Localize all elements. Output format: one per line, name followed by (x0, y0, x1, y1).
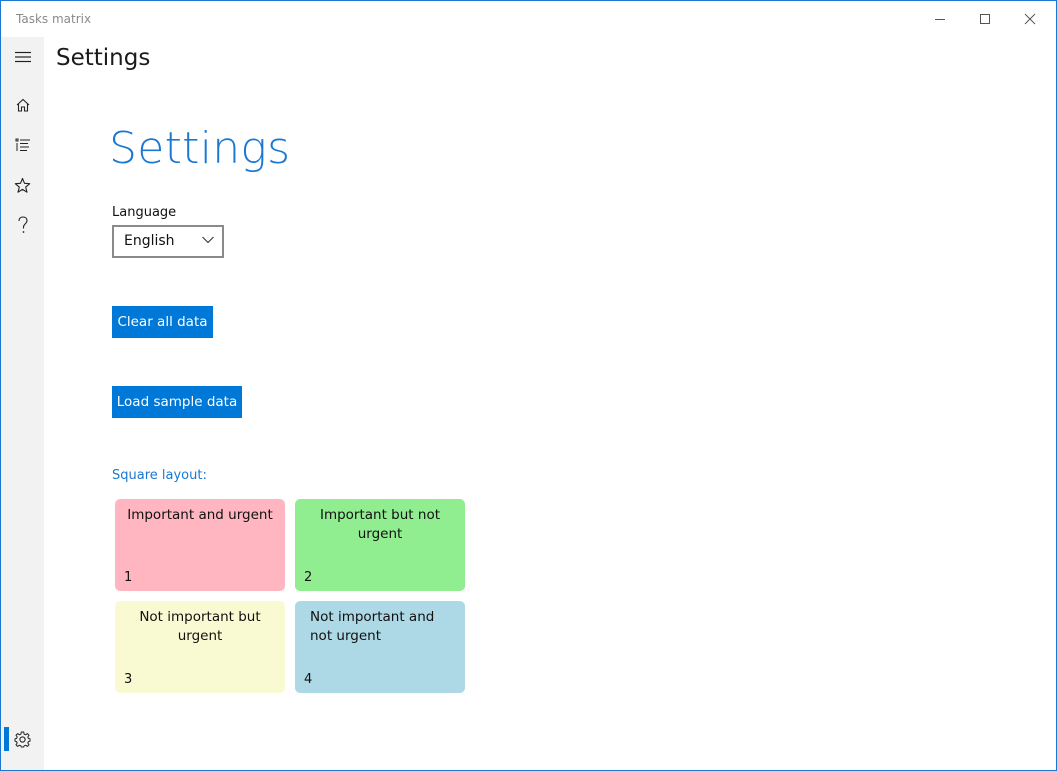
language-label: Language (112, 205, 177, 220)
home-icon (16, 98, 29, 112)
quadrant-title: Not important and not urgent (310, 609, 435, 644)
window-title: Tasks matrix (16, 12, 92, 26)
quadrant-not-important-urgent[interactable]: Not important but urgent 3 (115, 601, 285, 693)
list-icon (15, 138, 30, 151)
title-bar[interactable]: Tasks matrix (1, 1, 1056, 37)
hamburger-menu-button[interactable] (1, 37, 44, 77)
minimize-icon (935, 19, 945, 20)
load-sample-data-button[interactable]: Load sample data (112, 386, 242, 418)
maximize-icon (980, 14, 990, 24)
nav-item-help[interactable] (1, 205, 44, 245)
quadrant-important-urgent[interactable]: Important and urgent 1 (115, 499, 285, 591)
quadrant-number: 1 (124, 570, 133, 585)
quadrant-number: 4 (304, 672, 313, 687)
language-selected-value: English (124, 233, 175, 249)
nav-item-favorites[interactable] (1, 165, 44, 205)
quadrant-number: 2 (304, 570, 313, 585)
nav-item-settings[interactable] (1, 719, 44, 759)
language-dropdown[interactable]: English (112, 225, 224, 258)
star-icon (14, 177, 31, 193)
close-icon (1024, 13, 1036, 25)
navigation-pane (1, 37, 44, 770)
nav-item-home[interactable] (1, 85, 44, 125)
app-window: Tasks matrix Settings Settings Language … (0, 0, 1057, 771)
page-title: Settings (56, 45, 151, 71)
quadrant-important-not-urgent[interactable]: Important but not urgent 2 (295, 499, 465, 591)
minimize-button[interactable] (917, 1, 963, 37)
quadrant-title: Important and urgent (127, 507, 273, 523)
settings-heading: Settings (109, 123, 291, 174)
close-button[interactable] (1007, 1, 1053, 37)
square-layout-label: Square layout: (112, 468, 207, 483)
nav-item-list[interactable] (1, 125, 44, 165)
question-icon (17, 216, 28, 233)
quadrant-number: 3 (124, 672, 133, 687)
quadrant-not-important-not-urgent[interactable]: Not important and not urgent 4 (295, 601, 465, 693)
chevron-down-icon (202, 236, 214, 244)
clear-all-data-button[interactable]: Clear all data (112, 306, 213, 338)
quadrant-title: Not important but urgent (139, 609, 261, 644)
gear-icon (14, 731, 31, 747)
quadrant-title: Important but not urgent (319, 507, 441, 542)
hamburger-icon (14, 51, 31, 63)
maximize-button[interactable] (962, 1, 1008, 37)
